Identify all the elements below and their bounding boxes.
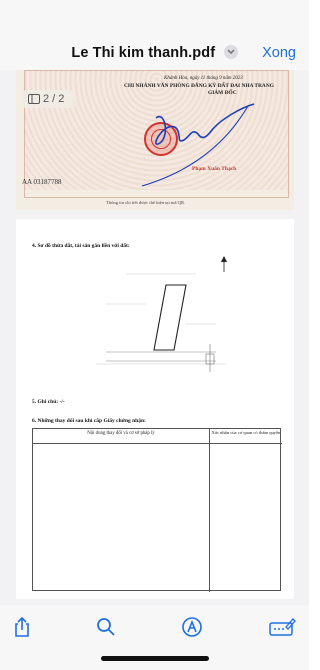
pdf-page-2: 4. Sơ đồ thửa đất, tài sản gắn liền với …: [16, 219, 294, 599]
share-icon[interactable]: [10, 615, 34, 639]
chevron-down-icon[interactable]: [223, 45, 238, 59]
signature: [141, 103, 255, 187]
land-plot-diagram: [96, 256, 227, 372]
issue-date-line: Khánh Hòa, ngày 11 tháng 9 năm 2023: [164, 76, 243, 81]
done-button[interactable]: Xong: [262, 45, 296, 61]
table-header-rule: [33, 443, 282, 444]
page-thumbnail-icon: [28, 94, 40, 104]
director-title: GIÁM ĐỐC: [208, 90, 237, 96]
section-6-heading: 6. Những thay đổi sau khi cấp Giấy chứng…: [32, 418, 146, 424]
issuing-office: CHI NHÁNH VĂN PHÒNG ĐĂNG KÝ ĐẤT ĐAI NHA …: [124, 83, 274, 89]
changes-table: Nội dung thay đổi và cơ sở pháp lý Xác n…: [32, 428, 282, 592]
certificate-code: AA 03187788: [22, 178, 62, 186]
signer-name: Phạm Xuân Thạch: [192, 166, 237, 172]
pdf-viewer-screen: Le Thi kim thanh.pdf Xong Khánh Hòa, ngà…: [0, 0, 309, 670]
table-header-content: Nội dung thay đổi và cơ sở pháp lý: [87, 431, 155, 436]
page-indicator-text: 2 / 2: [43, 93, 65, 105]
document-title[interactable]: Le Thi kim thanh.pdf: [71, 45, 215, 61]
section-5-note: 5. Ghi chú: -/-: [32, 399, 65, 405]
nav-header: Le Thi kim thanh.pdf Xong: [0, 0, 309, 70]
page-indicator: 2 / 2: [22, 90, 74, 108]
search-icon[interactable]: [94, 615, 118, 639]
qr-note: Thông tin chi tiết được thể hiện tại mã …: [106, 200, 186, 205]
home-indicator[interactable]: [101, 656, 209, 661]
annotate-icon[interactable]: [268, 615, 296, 639]
section-4-heading: 4. Sơ đồ thửa đất, tài sản gắn liền với …: [32, 243, 130, 249]
table-divider: [209, 429, 210, 592]
table-header-confirmation: Xác nhận của cơ quan có thẩm quyền: [211, 430, 281, 435]
markup-icon[interactable]: [180, 615, 204, 639]
